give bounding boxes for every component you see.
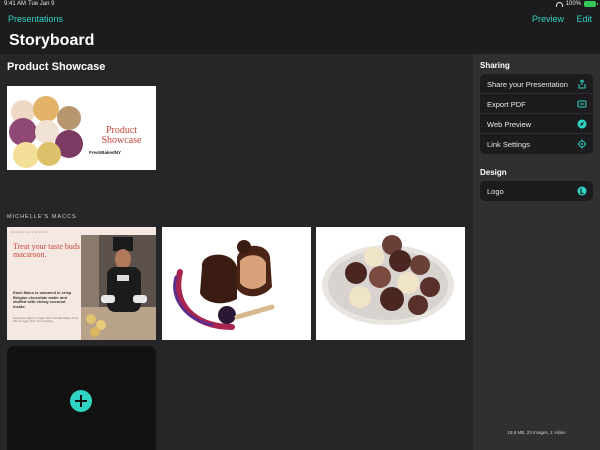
storyboard-canvas: Product Showcase Product Showcase FreshB…	[0, 54, 473, 450]
status-bar: 9:41 AM Tue Jan 9 100%	[0, 0, 600, 10]
status-right: 100%	[555, 1, 598, 7]
status-date: Tue Jan 9	[28, 1, 55, 7]
share-presentation-label: Share your Presentation	[487, 80, 568, 89]
slide-thumbnail-1[interactable]: MICHELLE'S MACCS Treat your taste buds t…	[7, 227, 156, 340]
design-group: Logo	[480, 181, 593, 201]
export-pdf-row[interactable]: Export PDF	[480, 94, 593, 114]
web-preview-label: Web Preview	[487, 120, 532, 129]
logo-row[interactable]: Logo	[480, 181, 593, 201]
link-settings-label: Link Settings	[487, 140, 530, 149]
web-preview-row[interactable]: Web Preview	[480, 114, 593, 134]
logo-label: Logo	[487, 187, 504, 196]
add-slide-button[interactable]	[70, 390, 92, 412]
cover-subtitle: FreshBakedNY	[89, 150, 122, 155]
link-settings-row[interactable]: Link Settings	[480, 134, 593, 154]
battery-percent: 100%	[565, 1, 581, 7]
macaroon-plate-photo	[322, 235, 454, 325]
dessert-photo	[173, 240, 275, 330]
battery-icon	[584, 1, 598, 7]
section-title: Product Showcase	[7, 61, 106, 73]
compass-icon	[577, 119, 587, 129]
gear-icon	[577, 139, 587, 149]
edit-button[interactable]: Edit	[576, 14, 592, 24]
storage-summary: 18.6 MB, 23 Images, 1 Video	[507, 430, 566, 435]
slide-body: Each Maco is smeared in crisp Belgian ch…	[13, 290, 72, 309]
page-title: Storyboard	[9, 32, 95, 49]
sidebar: Sharing Share your Presentation Export P…	[473, 54, 600, 450]
status-time: 9:41 AM	[4, 1, 27, 7]
baker-photo	[81, 235, 156, 340]
slide-header: MICHELLE'S MACCS	[11, 230, 49, 234]
slide-thumbnail-3[interactable]	[316, 227, 465, 340]
slide-thumbnail-2[interactable]	[162, 227, 311, 340]
sharing-heading: Sharing	[480, 61, 510, 70]
sharing-group: Share your Presentation Export PDF Web P…	[480, 74, 593, 154]
slide-fine-print: Experience Maco's in Apple, New York Man…	[13, 317, 79, 324]
design-heading: Design	[480, 168, 507, 177]
share-presentation-row[interactable]: Share your Presentation	[480, 74, 593, 94]
preview-button[interactable]: Preview	[532, 14, 564, 24]
cover-slide-thumbnail[interactable]: Product Showcase FreshBakedNY	[7, 86, 156, 170]
nav-bar: Presentations Preview Edit Storyboard	[0, 10, 600, 56]
export-pdf-label: Export PDF	[487, 100, 526, 109]
cover-title: Product Showcase	[101, 125, 142, 146]
share-icon	[578, 79, 586, 89]
wifi-icon	[555, 1, 563, 7]
add-slide-tile	[7, 346, 156, 450]
presentations-back-button[interactable]: Presentations	[8, 14, 63, 24]
logo-icon	[577, 186, 587, 196]
pdf-icon	[577, 100, 587, 108]
slide-group-label: MICHELLE'S MACCS	[7, 214, 77, 220]
